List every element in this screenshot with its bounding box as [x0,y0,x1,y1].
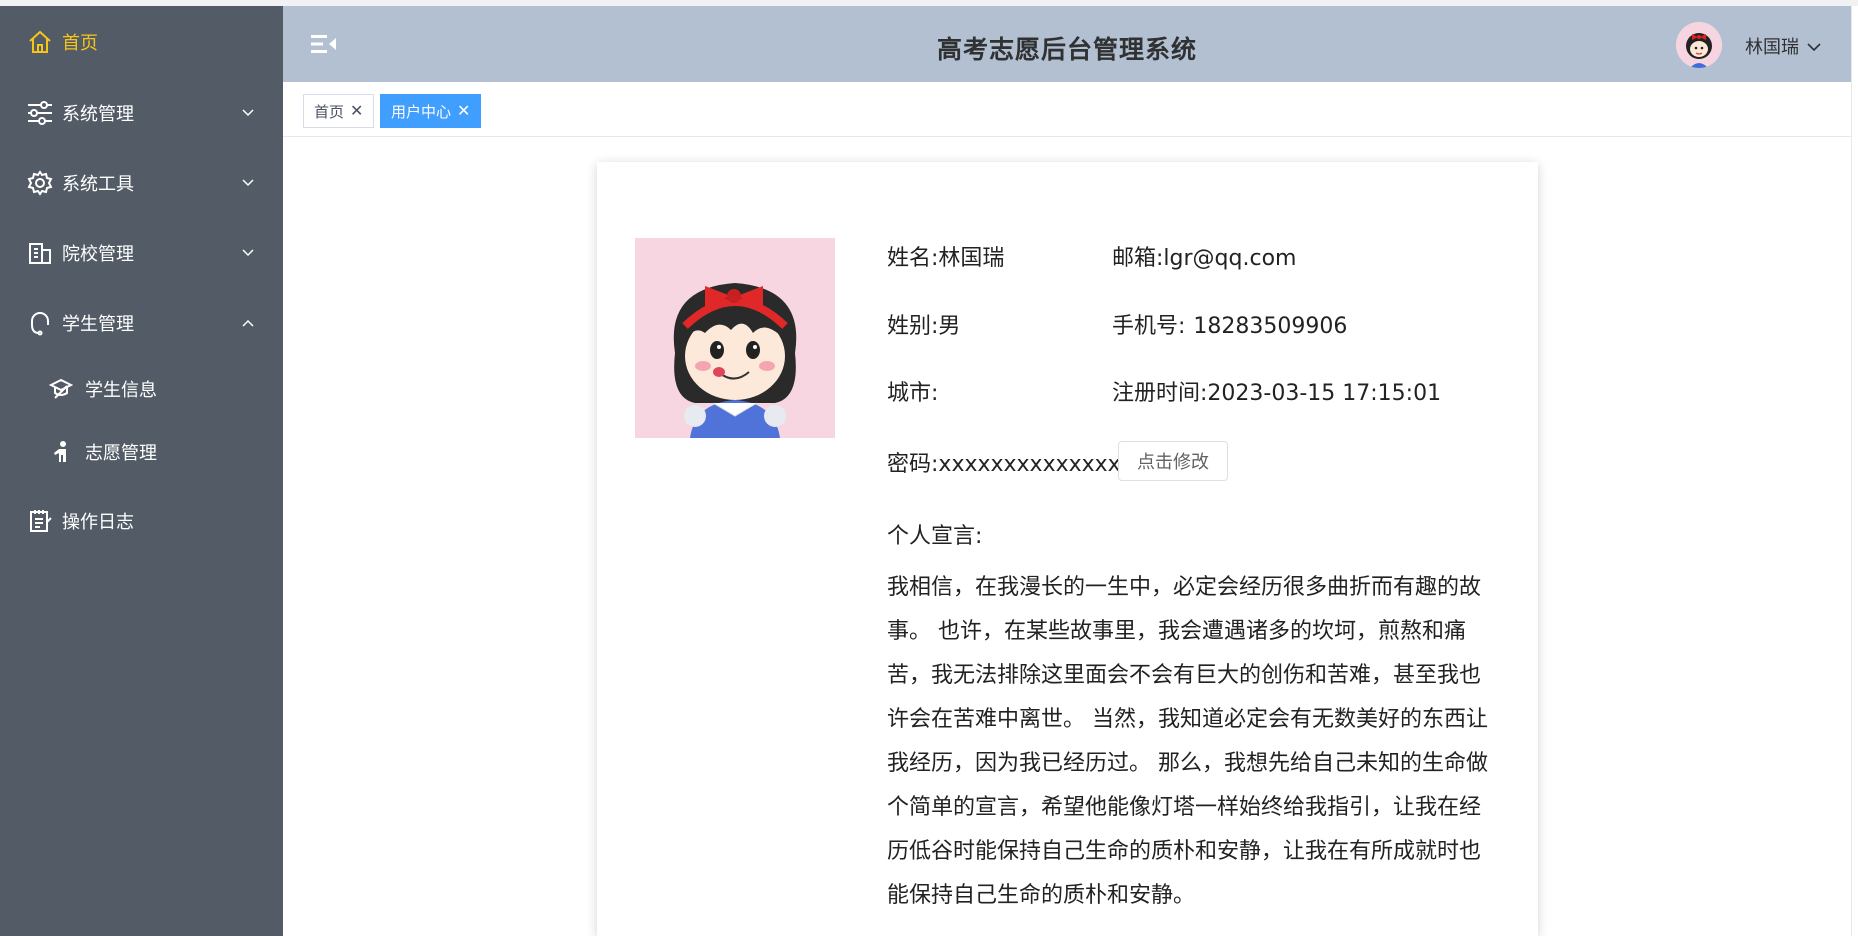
sidebar-item-school-manage[interactable]: 院校管理 [0,223,283,283]
person-icon [48,439,74,465]
chevron-down-icon [1807,36,1821,57]
profile-avatar [635,238,835,438]
user-menu[interactable]: 林国瑞 [1745,33,1821,59]
headset-icon [26,309,54,337]
sidebar-item-student-manage[interactable]: 学生管理 [0,293,283,353]
tab-label: 用户中心 [391,102,452,121]
field-value: 男 [938,314,961,339]
field-email: 邮箱:lgr@qq.com [1112,240,1296,272]
sidebar-subitem-student-info[interactable]: 学生信息 [0,360,283,418]
tab-bar: 首页 ✕ 用户中心 ✕ [283,82,1851,137]
sidebar-item-label: 系统管理 [62,104,134,125]
sliders-icon [26,99,54,127]
sidebar-item-label: 学生管理 [62,314,134,335]
sidebar-item-home[interactable]: 首页 [0,12,283,72]
profile-card: 姓名:林国瑞 邮箱:lgr@qq.com 姓别:男 手机号: 1828350990… [597,162,1538,936]
chevron-down-icon [241,106,255,120]
field-value: 18283509906 [1193,314,1348,339]
chevron-down-icon [241,246,255,260]
chevron-down-icon [241,176,255,190]
motto-heading: 个人宣言: [887,524,983,549]
top-header: 高考志愿后台管理系统 林国瑞 [283,6,1851,82]
sidebar-item-label: 操作日志 [62,512,134,533]
field-password: 密码:xxxxxxxxxxxxxx [887,446,1121,478]
gear-icon [26,169,54,197]
field-city: 城市: [887,375,938,407]
sidebar-item-label: 院校管理 [62,244,134,265]
notepad-icon [26,507,54,535]
motto-text: 我相信，在我漫长的一生中，必定会经历很多曲折而有趣的故事。 也许，在某些故事里，… [887,575,1488,908]
app-title: 高考志愿后台管理系统 [936,35,1197,64]
tab-label: 首页 [314,102,345,121]
field-label: 姓别: [887,314,939,339]
field-label: 注册时间: [1112,381,1208,406]
window-edge [1851,6,1858,936]
field-value: lgr@qq.com [1163,246,1297,271]
field-label: 姓名: [887,246,939,271]
building-icon [26,239,54,267]
field-label: 邮箱: [1112,246,1164,271]
field-name: 姓名:林国瑞 [887,240,1004,272]
field-label: 城市: [887,381,939,406]
sidebar-subitem-label: 志愿管理 [85,443,157,464]
graduation-cap-icon [48,376,74,402]
chevron-up-icon [241,316,255,330]
sidebar-item-system-manage[interactable]: 系统管理 [0,83,283,143]
field-value: xxxxxxxxxxxxxx [938,452,1121,477]
sidebar-item-label: 首页 [62,33,98,54]
avatar[interactable] [1676,22,1722,68]
tab-home[interactable]: 首页 ✕ [303,94,375,128]
field-gender: 姓别:男 [887,308,960,340]
field-label: 密码: [887,452,939,477]
sidebar-item-label: 系统工具 [62,174,134,195]
field-value: 林国瑞 [938,246,1005,271]
home-icon [26,28,54,56]
edit-password-button[interactable]: 点击修改 [1118,441,1228,481]
field-label: 手机号: [1112,314,1186,339]
sidebar-item-operation-log[interactable]: 操作日志 [0,491,283,551]
sidebar: 首页 系统管理 系统工具 院校管理 学生管理 学生信息 志愿管理 操作日志 [0,6,283,936]
tab-user-center[interactable]: 用户中心 ✕ [380,94,482,128]
username: 林国瑞 [1745,37,1799,58]
sidebar-item-system-tools[interactable]: 系统工具 [0,153,283,213]
sidebar-subitem-volunteer-manage[interactable]: 志愿管理 [0,423,283,481]
close-icon[interactable]: ✕ [457,103,470,119]
field-register-time: 注册时间:2023-03-15 17:15:01 [1112,375,1441,407]
close-icon[interactable]: ✕ [350,103,363,119]
sidebar-subitem-label: 学生信息 [85,380,157,401]
field-value: 2023-03-15 17:15:01 [1207,381,1442,406]
field-phone: 手机号: 18283509906 [1112,308,1347,340]
